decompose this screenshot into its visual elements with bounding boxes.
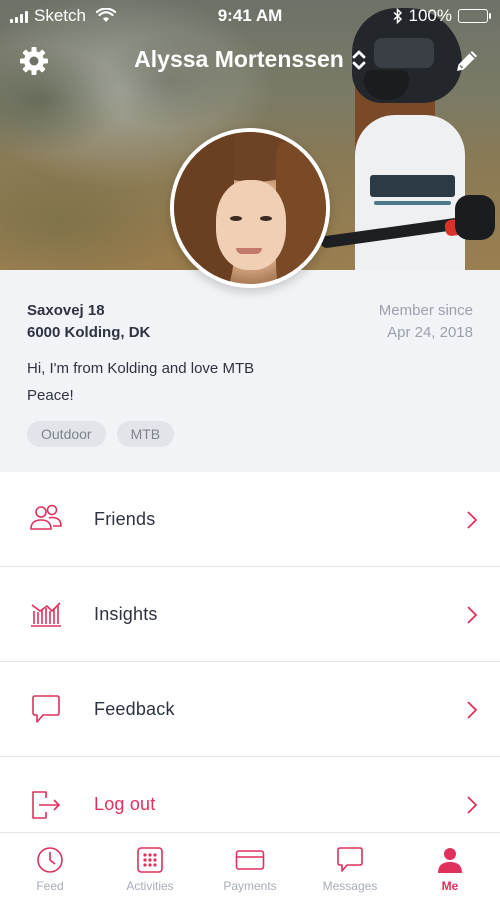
tab-activities[interactable]: Activities <box>100 833 200 900</box>
rider-shirt-print <box>370 175 455 205</box>
chevron-right-icon <box>467 701 478 719</box>
sort-arrows-icon <box>352 50 366 69</box>
tab-bar: Feed Activities Payments Messages Me <box>0 832 500 900</box>
chart-icon <box>31 602 61 627</box>
address-line-1: Saxovej 18 <box>27 302 105 319</box>
clock-icon <box>37 847 63 873</box>
menu-item-friends[interactable]: Friends <box>0 472 500 567</box>
tab-label-activities: Activities <box>126 879 174 893</box>
grid-icon <box>137 847 163 873</box>
pencil-icon <box>457 51 477 71</box>
profile-switcher[interactable]: Alyssa Mortenssen <box>0 46 500 73</box>
bluetooth-icon <box>393 8 402 24</box>
member-since-date: Apr 24, 2018 <box>387 324 473 341</box>
status-bar-right: 100% <box>393 6 491 26</box>
logout-icon <box>32 791 60 819</box>
tab-me[interactable]: Me <box>400 833 500 900</box>
address: Saxovej 18 6000 Kolding, DK <box>27 300 150 344</box>
profile-info-section: Saxovej 18 6000 Kolding, DK Member since… <box>0 270 500 472</box>
tab-payments[interactable]: Payments <box>200 833 300 900</box>
avatar-face <box>216 180 286 270</box>
menu-item-feedback[interactable]: Feedback <box>0 662 500 757</box>
person-icon <box>438 848 462 873</box>
chevron-right-icon <box>467 796 478 814</box>
tab-label-payments: Payments <box>223 879 277 893</box>
member-since: Member since Apr 24, 2018 <box>379 300 473 344</box>
tag-outdoor[interactable]: Outdoor <box>27 421 106 447</box>
chevron-right-icon <box>467 511 478 529</box>
friends-icon <box>30 504 62 530</box>
status-bar: Sketch 9:41 AM 100% <box>0 0 500 32</box>
tab-label-me: Me <box>441 879 459 893</box>
profile-menu: Friends Insights Feedback Log out <box>0 472 500 852</box>
menu-label-friends: Friends <box>94 509 156 529</box>
page-title: Alyssa Mortenssen <box>134 46 344 72</box>
bio: Hi, I'm from Kolding and love MTB Peace! <box>27 355 254 409</box>
avatar-eye <box>260 216 272 221</box>
tab-label-feed: Feed <box>36 879 64 893</box>
message-icon <box>337 847 363 872</box>
address-line-2: 6000 Kolding, DK <box>27 324 151 341</box>
bio-line-2: Peace! <box>27 387 74 404</box>
battery-icon <box>458 9 491 23</box>
tab-messages[interactable]: Messages <box>300 833 400 900</box>
cover-rider-illustration <box>300 0 500 270</box>
avatar-mouth <box>236 248 262 254</box>
tab-feed[interactable]: Feed <box>0 833 100 900</box>
menu-label-insights: Insights <box>94 604 158 624</box>
avatar-eye <box>230 216 242 221</box>
bio-line-1: Hi, I'm from Kolding and love MTB <box>27 360 255 377</box>
card-icon <box>235 850 265 870</box>
interest-tags: Outdoor MTB <box>27 421 175 447</box>
speech-bubble-icon <box>32 695 60 723</box>
member-since-label: Member since <box>378 302 473 319</box>
edit-profile-button[interactable] <box>452 46 482 76</box>
rider-glove <box>455 195 495 240</box>
menu-label-feedback: Feedback <box>94 699 175 719</box>
chevron-right-icon <box>467 606 478 624</box>
tab-label-messages: Messages <box>322 879 378 893</box>
battery-percent: 100% <box>408 6 452 25</box>
tag-mtb[interactable]: MTB <box>116 421 175 447</box>
menu-item-insights[interactable]: Insights <box>0 567 500 662</box>
avatar[interactable] <box>170 128 330 288</box>
